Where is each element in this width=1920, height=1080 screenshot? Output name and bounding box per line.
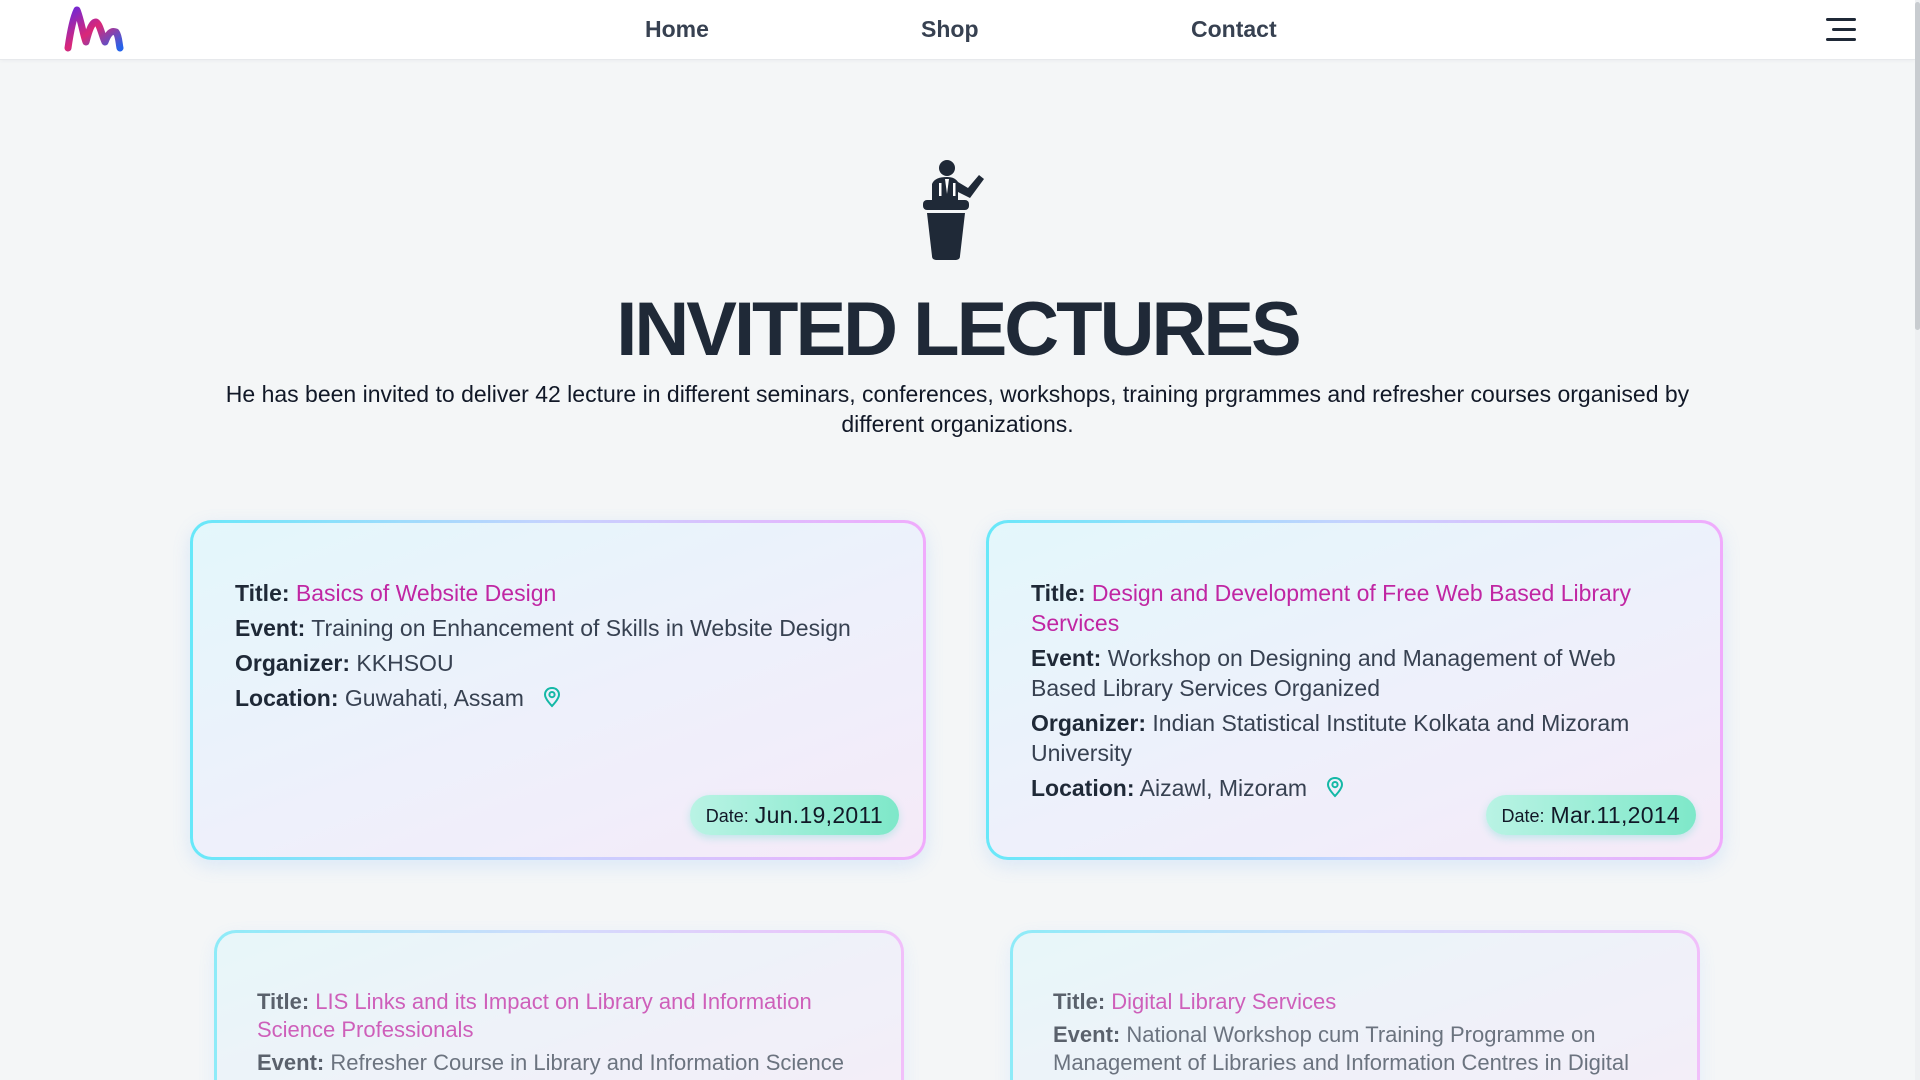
lecture-title: Digital Library Services	[1111, 989, 1337, 1014]
lecture-date: Jun.19,2011	[754, 801, 883, 828]
lecture-date: Mar.11,2014	[1550, 801, 1680, 828]
lecture-title: Basics of Website Design	[295, 580, 557, 606]
lecture-title-row: Title: Digital Library Services	[1053, 989, 1337, 1014]
lecture-location: Guwahati, Assam	[344, 685, 524, 711]
lecture-location-row: Location: Guwahati, Assam	[235, 683, 883, 713]
hamburger-menu-icon[interactable]	[1824, 16, 1856, 44]
scrollbar-thumb[interactable]	[1915, 2, 1920, 330]
lecture-card: Title: LIS Links and its Impact on Libra…	[214, 930, 904, 1080]
lecture-title-row: Title: Basics of Website Design	[235, 580, 557, 606]
lecture-event: Workshop on Designing and Management of …	[1031, 645, 1616, 701]
lecture-event: National Workshop cum Training Programme…	[1053, 1022, 1629, 1075]
lecture-location: Aizawl, Mizoram	[1139, 775, 1308, 801]
lecture-card: Title: Basics of Website Design Event: T…	[190, 520, 926, 860]
lecture-event: Refresher Course in Library and Informat…	[330, 1050, 844, 1075]
lecture-title-row: Title: Design and Development of Free We…	[1031, 580, 1632, 636]
nav-link-home[interactable]: Home	[645, 16, 709, 43]
lecture-title: Design and Development of Free Web Based…	[1031, 580, 1632, 636]
map-pin-icon[interactable]	[542, 686, 562, 708]
lecture-event-row: Event: Refresher Course in Library and I…	[257, 1050, 844, 1075]
nav-link-shop[interactable]: Shop	[921, 16, 979, 43]
page-scrollbar[interactable]	[1915, 0, 1920, 1080]
map-pin-icon[interactable]	[1325, 776, 1345, 798]
lecture-organizer: KKHSOU	[356, 650, 454, 676]
lecture-event: Training on Enhancement of Skills in Web…	[311, 615, 851, 641]
brand-logo-icon[interactable]	[64, 6, 124, 52]
lecture-card: Title: Digital Library Services Event: N…	[1010, 930, 1700, 1080]
lecture-title: LIS Links and its Impact on Library and …	[257, 989, 812, 1042]
top-navbar: Home Shop Contact	[0, 0, 1915, 60]
intro-paragraph: He has been invited to deliver 42 lectur…	[225, 381, 1690, 437]
lecture-title-row: Title: LIS Links and its Impact on Libra…	[257, 989, 812, 1042]
lecture-card: Title: Design and Development of Free We…	[986, 520, 1723, 860]
lecture-event-row: Event: National Workshop cum Training Pr…	[1053, 1022, 1629, 1075]
lecture-event-row: Event: Training on Enhancement of Skills…	[235, 615, 851, 641]
lecture-organizer-row: Organizer: KKHSOU	[235, 650, 454, 676]
nav-link-contact[interactable]: Contact	[1191, 16, 1277, 43]
lecturer-podium-icon	[923, 160, 984, 260]
date-badge: Date: Mar.11,2014	[1485, 795, 1696, 835]
lecture-organizer-row: Organizer: Indian Statistical Institute …	[1031, 710, 1630, 766]
date-badge: Date: Jun.19,2011	[689, 795, 899, 835]
page-title: INVITED LECTURES	[616, 287, 1302, 372]
lecture-event-row: Event: Workshop on Designing and Managem…	[1031, 645, 1616, 701]
